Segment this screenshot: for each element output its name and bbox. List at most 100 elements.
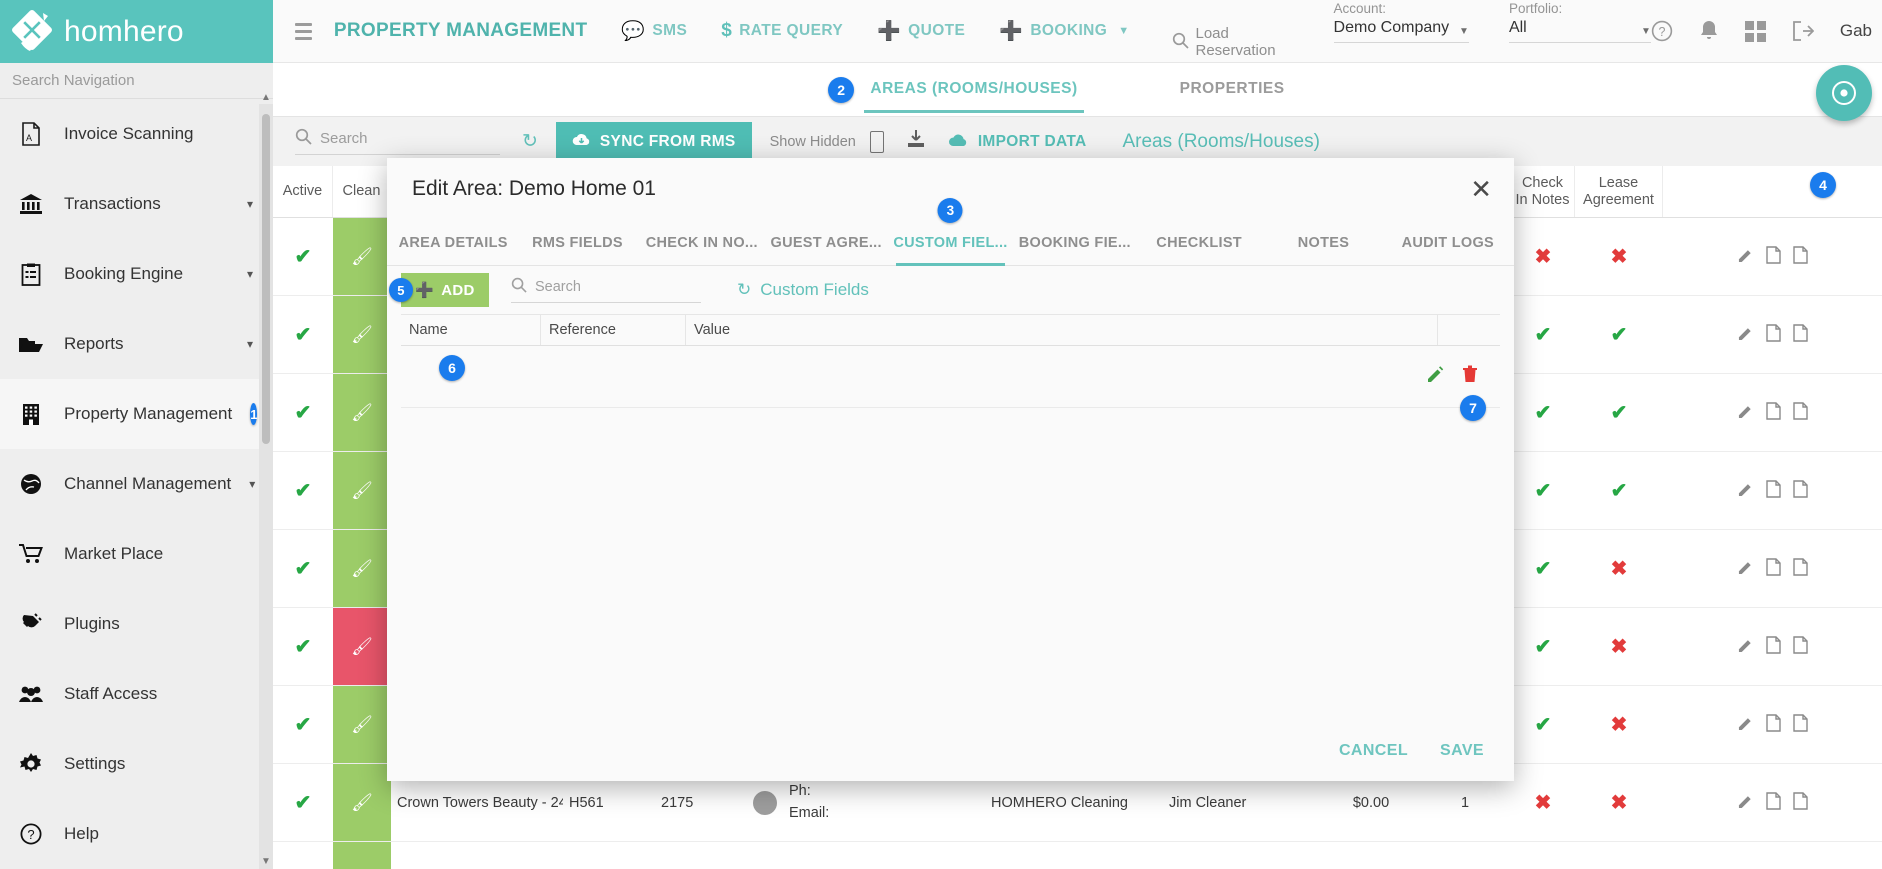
- clean-status-toggle[interactable]: 🖌: [333, 452, 391, 529]
- pdf-icon[interactable]: [1766, 402, 1781, 424]
- pencil-icon[interactable]: [1738, 247, 1754, 267]
- sidebar-item-property-management[interactable]: Property Management 1: [0, 379, 273, 449]
- pdf-icon[interactable]: [1766, 792, 1781, 814]
- custom-fields-search-input[interactable]: Search: [511, 277, 701, 303]
- dialog-tab-booking-fie[interactable]: BOOKING FIE...: [1013, 220, 1137, 265]
- pdf-icon[interactable]: [1766, 324, 1781, 346]
- sync-from-rms-button[interactable]: SYNC FROM RMS: [556, 122, 752, 161]
- pencil-icon[interactable]: [1738, 793, 1754, 813]
- sidebar-scrollbar[interactable]: ▲ ▼: [259, 104, 273, 869]
- scroll-up-icon[interactable]: ▲: [261, 92, 271, 103]
- add-button[interactable]: 5 ➕ ADD: [401, 273, 489, 307]
- pdf-icon[interactable]: [1793, 792, 1808, 814]
- scroll-down-icon[interactable]: ▼: [261, 856, 271, 867]
- user-name[interactable]: Gab: [1840, 21, 1872, 41]
- pdf-icon[interactable]: [1793, 246, 1808, 268]
- sidebar-item-market-place[interactable]: Market Place: [0, 519, 273, 589]
- pencil-icon[interactable]: [1738, 325, 1754, 345]
- pdf-icon[interactable]: [1793, 480, 1808, 502]
- dialog-tab-checklist[interactable]: CHECKLIST: [1137, 220, 1261, 265]
- tab-properties[interactable]: PROPERTIES: [1174, 66, 1291, 113]
- chevron-down-icon[interactable]: ▼: [1118, 25, 1129, 37]
- pdf-icon[interactable]: [1766, 714, 1781, 736]
- cancel-button[interactable]: CANCEL: [1339, 742, 1408, 760]
- pdf-icon[interactable]: [1793, 636, 1808, 658]
- column-header-clean[interactable]: Clean: [333, 166, 391, 217]
- clean-status-toggle[interactable]: 🖌: [333, 608, 391, 685]
- pdf-icon[interactable]: [1766, 480, 1781, 502]
- save-button[interactable]: SAVE: [1440, 742, 1484, 760]
- pdf-icon[interactable]: [1793, 402, 1808, 424]
- target-icon[interactable]: [1816, 65, 1872, 121]
- column-header-lease-agreement[interactable]: Lease Agreement: [1575, 166, 1663, 217]
- chevron-down-icon[interactable]: ▾: [249, 477, 255, 491]
- pdf-icon[interactable]: [1766, 558, 1781, 580]
- column-header-active[interactable]: Active: [273, 166, 333, 217]
- chevron-down-icon[interactable]: ▾: [247, 337, 253, 351]
- clean-status-toggle[interactable]: 🖌: [333, 296, 391, 373]
- dialog-tab-audit-logs[interactable]: AUDIT LOGS: [1386, 220, 1510, 265]
- table-row[interactable]: 🖌Demo Home 01Donna Cannon ,: [273, 842, 1882, 869]
- sidebar-item-settings[interactable]: Settings: [0, 729, 273, 799]
- refresh-custom-fields-button[interactable]: ↻ Custom Fields: [737, 280, 869, 300]
- topnav-quote[interactable]: ➕ QUOTE: [877, 19, 965, 43]
- dialog-tab-custom-fiel[interactable]: 3CUSTOM FIEL...: [888, 220, 1012, 265]
- chevron-down-icon[interactable]: ▾: [247, 267, 253, 281]
- import-data-button[interactable]: IMPORT DATA: [948, 132, 1087, 152]
- column-header-reference[interactable]: Reference: [541, 315, 686, 345]
- topnav-booking[interactable]: ➕ BOOKING ▼: [999, 19, 1129, 43]
- topnav-rate-query[interactable]: $ RATE QUERY: [721, 20, 843, 42]
- pencil-icon[interactable]: [1738, 403, 1754, 423]
- sidebar-item-staff-access[interactable]: Staff Access: [0, 659, 273, 729]
- dialog-tab-rms-fields[interactable]: RMS FIELDS: [515, 220, 639, 265]
- search-input[interactable]: Search: [295, 128, 500, 155]
- pdf-icon[interactable]: [1766, 246, 1781, 268]
- clean-status-toggle[interactable]: 🖌: [333, 764, 391, 841]
- clean-status-toggle[interactable]: 🖌: [333, 530, 391, 607]
- show-hidden-checkbox[interactable]: [870, 131, 884, 153]
- sidebar-item-booking-engine[interactable]: Booking Engine ▾: [0, 239, 273, 309]
- load-reservation-input[interactable]: Load Reservation: [1172, 25, 1276, 59]
- sidebar-item-channel-management[interactable]: Channel Management ▾: [0, 449, 273, 519]
- pdf-icon[interactable]: [1793, 558, 1808, 580]
- dialog-tab-guest-agre[interactable]: GUEST AGRE...: [764, 220, 888, 265]
- help-circle-icon[interactable]: ?: [1651, 20, 1673, 42]
- sidebar-item-plugins[interactable]: Plugins: [0, 589, 273, 659]
- close-icon[interactable]: ✕: [1470, 176, 1492, 202]
- download-icon[interactable]: [906, 129, 926, 154]
- pencil-icon[interactable]: [1738, 715, 1754, 735]
- column-header-name[interactable]: Name: [401, 315, 541, 345]
- pencil-icon[interactable]: [1738, 481, 1754, 501]
- column-header-check-in-notes[interactable]: Check In Notes: [1511, 166, 1575, 217]
- grid-apps-icon[interactable]: [1745, 21, 1766, 42]
- chevron-down-icon[interactable]: ▼: [1459, 26, 1469, 37]
- clean-status-toggle[interactable]: 🖌: [333, 842, 391, 869]
- portfolio-select[interactable]: Portfolio: All ▼: [1509, 19, 1651, 43]
- dialog-tab-area-details[interactable]: AREA DETAILS: [391, 220, 515, 265]
- tab-areas[interactable]: 2 AREAS (ROOMS/HOUSES): [864, 66, 1083, 113]
- pencil-icon[interactable]: [1738, 637, 1754, 657]
- chevron-down-icon[interactable]: ▾: [247, 197, 253, 211]
- logout-icon[interactable]: [1792, 21, 1814, 41]
- nav-search-input[interactable]: Search Navigation: [0, 63, 273, 99]
- clean-status-toggle[interactable]: 🖌: [333, 686, 391, 763]
- pdf-icon[interactable]: [1793, 714, 1808, 736]
- dialog-tab-check-in-no[interactable]: CHECK IN NO...: [640, 220, 764, 265]
- topnav-sms[interactable]: 💬 SMS: [621, 19, 687, 43]
- scrollbar-thumb[interactable]: [262, 114, 270, 444]
- trash-icon[interactable]: [1462, 365, 1478, 388]
- pencil-icon[interactable]: [1427, 366, 1444, 388]
- chevron-down-icon[interactable]: ▼: [1641, 26, 1651, 37]
- pdf-icon[interactable]: [1766, 636, 1781, 658]
- clean-status-toggle[interactable]: 🖌: [333, 218, 391, 295]
- clean-status-toggle[interactable]: 🖌: [333, 374, 391, 451]
- account-select[interactable]: Account: Demo Company ▼: [1334, 19, 1469, 43]
- dialog-tab-notes[interactable]: NOTES: [1261, 220, 1385, 265]
- sidebar-item-help[interactable]: ? Help: [0, 799, 273, 869]
- sidebar-item-reports[interactable]: Reports ▾: [0, 309, 273, 379]
- refresh-icon[interactable]: ↻: [522, 130, 538, 153]
- column-header-value[interactable]: Value: [686, 315, 1438, 345]
- table-row[interactable]: 6 7: [401, 346, 1500, 408]
- sidebar-item-invoice-scanning[interactable]: A Invoice Scanning: [0, 99, 273, 169]
- pencil-icon[interactable]: [1738, 559, 1754, 579]
